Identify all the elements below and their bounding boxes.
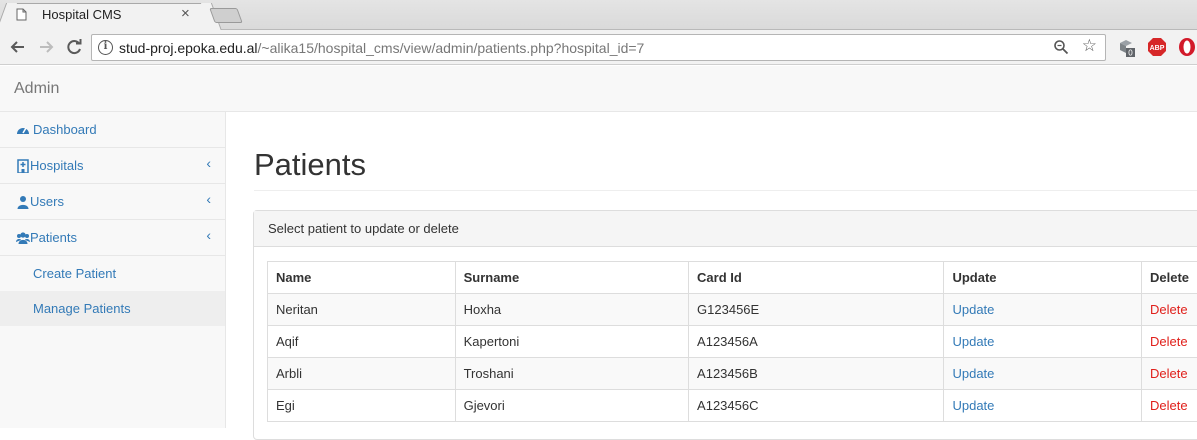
extension-icon[interactable]: 0 xyxy=(1117,37,1137,57)
sidebar-item-patients[interactable]: Patients ‹ xyxy=(0,220,225,256)
sidebar-subitem-create-patient[interactable]: Create Patient xyxy=(0,256,225,291)
sidebar-subitem-label: Manage Patients xyxy=(33,301,131,316)
cell-name: Arbli xyxy=(268,358,456,390)
page-title: Patients xyxy=(254,147,366,183)
back-arrow-icon[interactable] xyxy=(7,36,29,58)
cell-delete: Delete xyxy=(1142,294,1197,326)
column-header-name: Name xyxy=(268,262,456,294)
cell-surname: Gjevori xyxy=(455,390,688,422)
users-icon xyxy=(16,231,30,245)
table-row: Neritan Hoxha G123456E Update Delete xyxy=(268,294,1197,326)
sidebar-item-label: Dashboard xyxy=(33,122,97,137)
table-header-row: Name Surname Card Id Update Delete xyxy=(268,262,1197,294)
user-icon xyxy=(16,195,30,209)
cell-card-id: A123456A xyxy=(689,326,944,358)
column-header-surname: Surname xyxy=(455,262,688,294)
cell-name: Aqif xyxy=(268,326,456,358)
browser-tab-strip: Hospital CMS × xyxy=(0,0,1197,30)
column-header-update: Update xyxy=(944,262,1142,294)
panel-heading: Select patient to update or delete xyxy=(254,211,1197,247)
table-row: Egi Gjevori A123456C Update Delete xyxy=(268,390,1197,422)
cell-card-id: A123456B xyxy=(689,358,944,390)
svg-text:0: 0 xyxy=(1128,49,1133,58)
cell-delete: Delete xyxy=(1142,326,1197,358)
sidebar-item-dashboard[interactable]: Dashboard xyxy=(0,112,225,148)
chevron-left-icon[interactable]: ‹ xyxy=(206,191,211,207)
cell-card-id: G123456E xyxy=(689,294,944,326)
chevron-left-icon[interactable]: ‹ xyxy=(206,155,211,171)
opera-icon[interactable] xyxy=(1177,37,1197,57)
update-link[interactable]: Update xyxy=(952,334,994,349)
sidebar-item-label: Patients xyxy=(30,230,77,245)
update-link[interactable]: Update xyxy=(952,366,994,381)
patients-table: Name Surname Card Id Update Delete Nerit… xyxy=(267,261,1197,422)
cell-delete: Delete xyxy=(1142,390,1197,422)
cell-name: Neritan xyxy=(268,294,456,326)
chevron-left-icon[interactable]: ‹ xyxy=(206,227,211,243)
sidebar-item-label: Users xyxy=(30,194,64,209)
sidebar-item-hospitals[interactable]: Hospitals ‹ xyxy=(0,148,225,184)
cell-update: Update xyxy=(944,358,1142,390)
url-text[interactable]: stud-proj.epoka.edu.al/~alika15/hospital… xyxy=(119,40,644,56)
bookmark-star-icon[interactable]: ☆ xyxy=(1082,36,1097,56)
patients-panel: Select patient to update or delete Name … xyxy=(253,210,1197,440)
column-header-delete: Delete xyxy=(1142,262,1197,294)
cell-surname: Kapertoni xyxy=(455,326,688,358)
browser-toolbar: i stud-proj.epoka.edu.al/~alika15/hospit… xyxy=(0,30,1197,65)
sidebar: Dashboard Hospitals ‹ Users ‹ Patients ‹… xyxy=(0,112,226,428)
zoom-icon[interactable] xyxy=(1053,39,1069,55)
cell-surname: Hoxha xyxy=(455,294,688,326)
sidebar-subitem-manage-patients[interactable]: Manage Patients xyxy=(0,291,225,326)
table-row: Arbli Troshani A123456B Update Delete xyxy=(268,358,1197,390)
info-icon[interactable]: i xyxy=(98,40,113,55)
cell-update: Update xyxy=(944,326,1142,358)
adblock-plus-icon[interactable]: ABP xyxy=(1147,37,1167,57)
sidebar-item-users[interactable]: Users ‹ xyxy=(0,184,225,220)
cell-card-id: A123456C xyxy=(689,390,944,422)
delete-link[interactable]: Delete xyxy=(1150,366,1188,381)
top-navbar: Admin xyxy=(0,66,1197,112)
close-tab-icon[interactable]: × xyxy=(181,5,190,22)
cell-update: Update xyxy=(944,390,1142,422)
svg-text:ABP: ABP xyxy=(1150,45,1165,52)
brand-title[interactable]: Admin xyxy=(14,80,59,98)
page-icon xyxy=(16,8,27,21)
tab-title: Hospital CMS xyxy=(42,7,121,22)
reload-icon[interactable] xyxy=(63,36,85,58)
cell-delete: Delete xyxy=(1142,358,1197,390)
hospital-icon xyxy=(16,159,30,173)
forward-arrow-icon[interactable] xyxy=(35,36,57,58)
cell-name: Egi xyxy=(268,390,456,422)
delete-link[interactable]: Delete xyxy=(1150,398,1188,413)
delete-link[interactable]: Delete xyxy=(1150,334,1188,349)
table-row: Aqif Kapertoni A123456A Update Delete xyxy=(268,326,1197,358)
update-link[interactable]: Update xyxy=(952,302,994,317)
dashboard-icon xyxy=(16,123,30,137)
cell-update: Update xyxy=(944,294,1142,326)
column-header-card-id: Card Id xyxy=(689,262,944,294)
delete-link[interactable]: Delete xyxy=(1150,302,1188,317)
sidebar-item-label: Hospitals xyxy=(30,158,83,173)
new-tab-button[interactable] xyxy=(209,8,242,23)
address-bar[interactable]: i stud-proj.epoka.edu.al/~alika15/hospit… xyxy=(91,34,1106,61)
update-link[interactable]: Update xyxy=(952,398,994,413)
cell-surname: Troshani xyxy=(455,358,688,390)
title-divider xyxy=(254,190,1197,191)
sidebar-subitem-label: Create Patient xyxy=(33,266,116,281)
